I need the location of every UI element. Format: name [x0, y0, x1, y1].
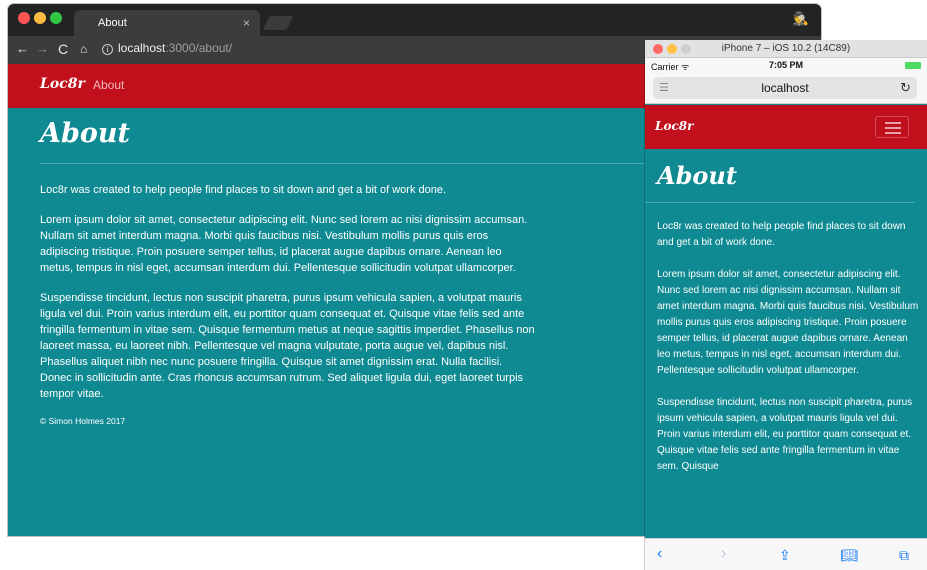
body-paragraph-1: Lorem ipsum dolor sit amet, consectetur …	[40, 214, 528, 274]
minimize-window-button[interactable]	[34, 12, 46, 24]
tabs-icon[interactable]: ⧉	[899, 547, 909, 564]
safari-url-field[interactable]: ☰ localhost ↻	[653, 77, 917, 99]
reload-icon[interactable]: ↻	[900, 77, 911, 99]
safari-address-bar: ☰ localhost ↻	[645, 72, 927, 104]
mobile-brand-logo[interactable]: Loc8r	[655, 119, 693, 133]
iphone-simulator-window: iPhone 7 – iOS 10.2 (14C89) Carrier ᯤ 7:…	[645, 40, 927, 570]
url-path: :3000/about/	[165, 41, 233, 55]
url-field[interactable]: i localhost:3000/about/	[102, 41, 232, 55]
status-time: 7:05 PM	[768, 60, 803, 70]
page-footer: © Simon Holmes 2017	[40, 416, 126, 426]
mobile-site-navbar: Loc8r	[645, 105, 927, 149]
share-icon[interactable]: ⇪	[779, 547, 791, 564]
nav-link-about[interactable]: About	[93, 78, 124, 92]
page-content: About Loc8r was created to help people f…	[40, 108, 680, 426]
info-icon[interactable]: i	[102, 44, 113, 55]
tab-close-icon[interactable]: ×	[243, 10, 250, 36]
home-icon[interactable]: ⌂	[80, 42, 87, 56]
url-host: localhost	[118, 41, 166, 55]
page-title: About	[40, 118, 130, 149]
safari-toolbar: ‹ › ⇪ 📖︎ ⧉	[645, 538, 927, 570]
reader-view-icon[interactable]: ☰	[659, 77, 669, 99]
mobile-body-paragraph-2: Suspendisse tincidunt, lectus non suscip…	[657, 397, 913, 472]
forward-chevron-icon[interactable]: ›	[721, 545, 726, 563]
safari-url-text: localhost	[761, 81, 809, 95]
ios-status-bar: Carrier ᯤ 7:05 PM	[645, 58, 927, 72]
mobile-page-title: About	[657, 161, 737, 190]
browser-tab-strip: About × 🕵	[8, 4, 821, 36]
maximize-window-button[interactable]	[50, 12, 62, 24]
body-paragraph-2: Suspendisse tincidunt, lectus non suscip…	[40, 292, 535, 400]
bookmarks-icon[interactable]: 📖︎	[840, 547, 858, 564]
divider	[40, 163, 680, 164]
simulator-title: iPhone 7 – iOS 10.2 (14C89)	[721, 43, 851, 54]
simulator-minimize-button[interactable]	[667, 44, 677, 54]
battery-icon	[905, 62, 921, 69]
mobile-body-paragraph-1: Lorem ipsum dolor sit amet, consectetur …	[657, 269, 919, 376]
mobile-page-content: About Loc8r was created to help people f…	[645, 149, 919, 475]
lead-paragraph: Loc8r was created to help people find pl…	[40, 184, 447, 196]
close-window-button[interactable]	[18, 12, 30, 24]
reload-icon[interactable]: C	[58, 41, 68, 57]
mobile-divider	[645, 202, 915, 203]
brand-logo[interactable]: Loc8r	[40, 76, 85, 92]
browser-tab-about[interactable]: About ×	[74, 10, 260, 36]
tab-title: About	[98, 17, 127, 29]
incognito-icon: 🕵	[792, 11, 809, 26]
forward-arrow-icon[interactable]: →	[36, 41, 49, 56]
simulator-close-button[interactable]	[653, 44, 663, 54]
back-chevron-icon[interactable]: ‹	[657, 545, 662, 563]
hamburger-menu-icon[interactable]	[875, 116, 909, 138]
simulator-title-bar: iPhone 7 – iOS 10.2 (14C89)	[645, 40, 927, 58]
new-tab-button[interactable]	[262, 16, 294, 30]
simulator-zoom-button[interactable]	[681, 44, 691, 54]
mobile-lead-paragraph: Loc8r was created to help people find pl…	[657, 221, 906, 248]
back-arrow-icon[interactable]: ←	[16, 41, 29, 56]
